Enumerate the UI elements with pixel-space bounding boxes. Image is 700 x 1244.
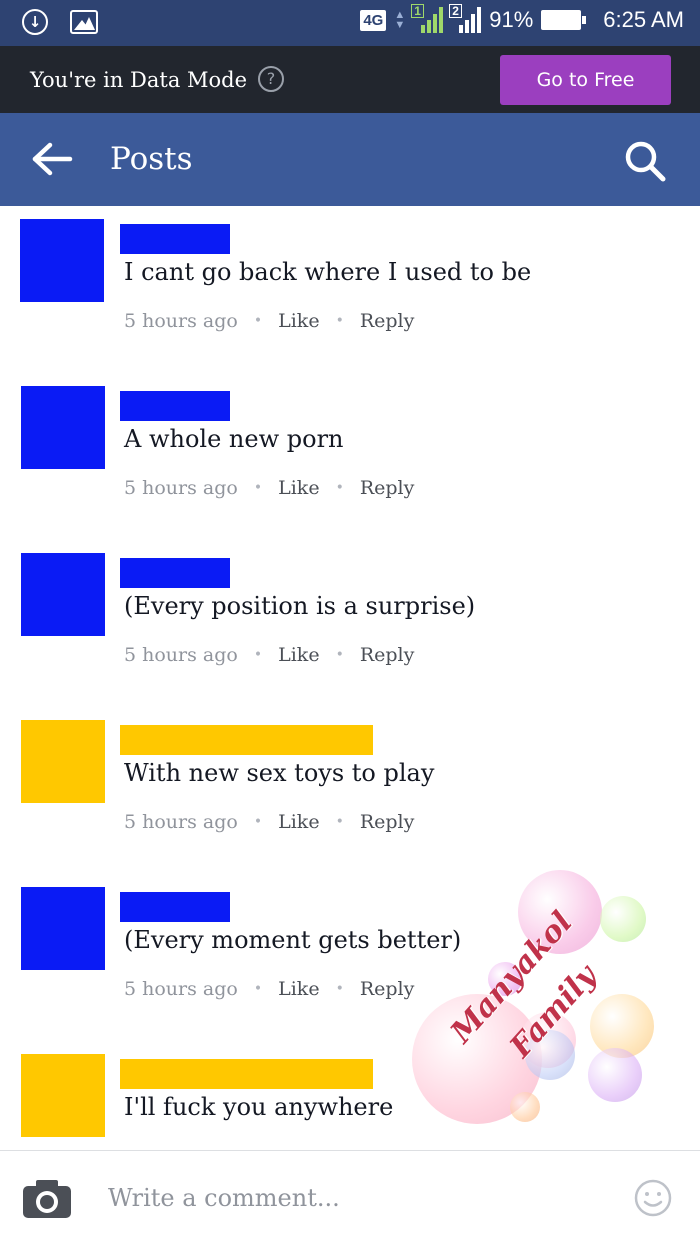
comment-item: A whole new porn 5 hours ago • Like • Re… <box>0 373 700 540</box>
comment-text: I'll fuck you anywhere <box>124 1093 394 1121</box>
comment-meta: 5 hours ago • Like • Reply <box>124 310 414 332</box>
comment-composer <box>0 1150 700 1244</box>
comment-input[interactable] <box>108 1181 588 1215</box>
comment-meta: 5 hours ago • Like • Reply <box>124 978 414 1000</box>
clock: 6:25 AM <box>603 7 684 32</box>
comment-item: I'll fuck you anywhere <box>0 1041 700 1150</box>
reply-link[interactable]: Reply <box>360 811 415 833</box>
data-arrows-icon: ▲ ▼ <box>394 9 406 31</box>
data-mode-text: You're in Data Mode <box>30 68 248 92</box>
avatar-redacted[interactable] <box>21 1054 105 1137</box>
comment-list: I cant go back where I used to be 5 hour… <box>0 206 700 1150</box>
app-header: Posts <box>0 113 700 206</box>
comment-text: A whole new porn <box>124 425 344 453</box>
comment-text: (Every moment gets better) <box>124 926 462 954</box>
author-name-redacted[interactable] <box>120 725 373 755</box>
like-link[interactable]: Like <box>278 310 319 332</box>
image-icon <box>70 10 98 34</box>
comment-item: (Every moment gets better) 5 hours ago •… <box>0 874 700 1041</box>
comment-timestamp: 5 hours ago <box>124 310 238 332</box>
status-bar: ↓ 4G ▲ ▼ 1 2 91% 6:25 AM <box>0 0 700 46</box>
download-icon: ↓ <box>22 9 48 35</box>
avatar-redacted[interactable] <box>20 219 104 302</box>
separator-dot: • <box>335 480 344 496</box>
help-icon[interactable]: ? <box>258 66 284 92</box>
author-name-redacted[interactable] <box>120 391 230 421</box>
like-link[interactable]: Like <box>278 477 319 499</box>
search-icon[interactable] <box>623 139 667 183</box>
comment-meta: 5 hours ago • Like • Reply <box>124 811 414 833</box>
go-to-free-button[interactable]: Go to Free <box>500 55 671 105</box>
avatar-redacted[interactable] <box>21 720 105 803</box>
author-name-redacted[interactable] <box>120 558 230 588</box>
separator-dot: • <box>253 480 263 496</box>
comment-item: I cant go back where I used to be 5 hour… <box>0 206 700 373</box>
camera-icon[interactable] <box>22 1179 72 1219</box>
page-title: Posts <box>110 141 193 177</box>
avatar-redacted[interactable] <box>21 553 105 636</box>
comment-meta: 5 hours ago • Like • Reply <box>124 644 414 666</box>
like-link[interactable]: Like <box>278 978 319 1000</box>
like-link[interactable]: Like <box>278 811 319 833</box>
comment-item: (Every position is a surprise) 5 hours a… <box>0 540 700 707</box>
reply-link[interactable]: Reply <box>360 644 415 666</box>
comment-meta: 5 hours ago • Like • Reply <box>124 477 414 499</box>
back-arrow-icon[interactable] <box>30 141 74 177</box>
comment-timestamp: 5 hours ago <box>124 978 238 1000</box>
emoji-icon[interactable] <box>633 1178 673 1218</box>
separator-dot: • <box>253 981 263 997</box>
separator-dot: • <box>253 647 263 663</box>
comment-text: I cant go back where I used to be <box>124 258 532 286</box>
signal-sim2-icon: 2 <box>449 4 482 33</box>
author-name-redacted[interactable] <box>120 224 230 254</box>
author-name-redacted[interactable] <box>120 892 230 922</box>
comment-text: (Every position is a surprise) <box>124 592 476 620</box>
avatar-redacted[interactable] <box>21 386 105 469</box>
comment-timestamp: 5 hours ago <box>124 644 238 666</box>
reply-link[interactable]: Reply <box>360 978 415 1000</box>
battery-percent: 91% <box>489 7 534 32</box>
separator-dot: • <box>253 814 263 830</box>
comment-timestamp: 5 hours ago <box>124 477 238 499</box>
signal-sim1-icon: 1 <box>411 4 444 33</box>
comment-item: With new sex toys to play 5 hours ago • … <box>0 707 700 874</box>
reply-link[interactable]: Reply <box>360 310 415 332</box>
avatar-redacted[interactable] <box>21 887 105 970</box>
separator-dot: • <box>335 313 344 329</box>
like-link[interactable]: Like <box>278 644 319 666</box>
separator-dot: • <box>335 814 344 830</box>
battery-icon <box>541 10 587 30</box>
data-mode-banner: You're in Data Mode ? Go to Free <box>0 46 700 113</box>
comment-text: With new sex toys to play <box>124 759 435 787</box>
separator-dot: • <box>335 647 344 663</box>
network-type: 4G <box>360 9 387 31</box>
separator-dot: • <box>335 981 344 997</box>
comment-timestamp: 5 hours ago <box>124 811 238 833</box>
separator-dot: • <box>253 313 263 329</box>
reply-link[interactable]: Reply <box>360 477 415 499</box>
author-name-redacted[interactable] <box>120 1059 373 1089</box>
